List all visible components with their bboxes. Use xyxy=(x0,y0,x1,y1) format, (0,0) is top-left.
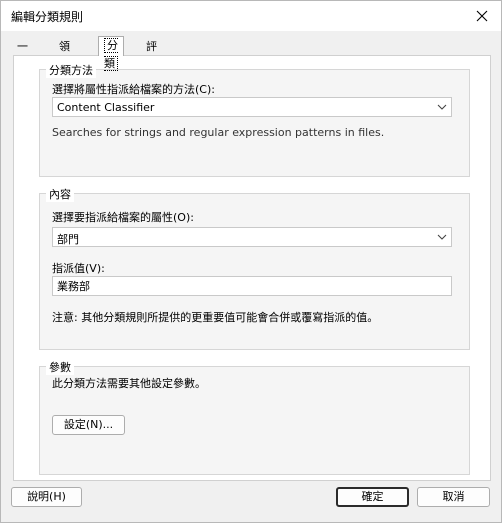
method-dropdown[interactable]: Content Classifier xyxy=(52,97,452,117)
title-bar: 編輯分類規則 xyxy=(1,1,501,31)
assigned-value-label: 指派值(V): xyxy=(52,262,105,275)
property-dropdown[interactable]: 部門 xyxy=(52,227,452,247)
tab-classification-label: 分類 xyxy=(104,38,118,71)
classification-method-group: 分類方法 選擇將屬性指派給檔案的方法(C): Content Classifie… xyxy=(39,62,470,177)
method-dropdown-value: Content Classifier xyxy=(57,101,155,114)
tab-classification[interactable]: 分類 xyxy=(98,36,124,71)
tab-page-classification: 分類方法 選擇將屬性指派給檔案的方法(C): Content Classifie… xyxy=(13,55,491,481)
chevron-down-icon xyxy=(437,234,447,240)
tab-evaluation-type[interactable]: 評估類型 xyxy=(141,38,162,104)
property-prompt-label: 選擇要指派給檔案的屬性(O): xyxy=(52,211,194,224)
content-group: 內容 選擇要指派給檔案的屬性(O): 部門 指派值(V): 注意: 其他分類規則… xyxy=(39,186,470,350)
ok-button[interactable]: 確定 xyxy=(336,487,409,507)
parameters-legend: 參數 xyxy=(46,359,74,375)
cancel-button[interactable]: 取消 xyxy=(417,487,490,507)
parameters-group: 參數 此分類方法需要其他設定參數。 設定(N)... xyxy=(39,359,470,475)
close-button[interactable] xyxy=(471,5,493,27)
assigned-value-field[interactable] xyxy=(52,276,452,296)
method-description: Searches for strings and regular express… xyxy=(52,126,385,139)
content-legend: 內容 xyxy=(46,186,74,202)
close-icon xyxy=(476,10,488,22)
parameters-text: 此分類方法需要其他設定參數。 xyxy=(52,377,206,390)
chevron-down-icon xyxy=(437,104,447,110)
classification-method-legend: 分類方法 xyxy=(46,62,96,78)
tab-scope[interactable]: 領域 xyxy=(54,38,75,70)
configure-button[interactable]: 設定(N)... xyxy=(52,415,125,435)
dialog-window: 編輯分類規則 一般 領域 分類 評估類型 分類方法 選擇將屬性指派給檔案的方法(… xyxy=(0,0,502,523)
help-button[interactable]: 說明(H) xyxy=(11,487,82,507)
merge-note: 注意: 其他分類規則所提供的更重要值可能會合併或覆寫指派的值。 xyxy=(52,311,379,324)
assigned-value-input[interactable] xyxy=(53,277,451,295)
method-prompt-label: 選擇將屬性指派給檔案的方法(C): xyxy=(52,83,215,96)
window-title: 編輯分類規則 xyxy=(11,10,84,24)
property-dropdown-value: 部門 xyxy=(57,233,79,246)
tab-general[interactable]: 一般 xyxy=(12,38,33,70)
